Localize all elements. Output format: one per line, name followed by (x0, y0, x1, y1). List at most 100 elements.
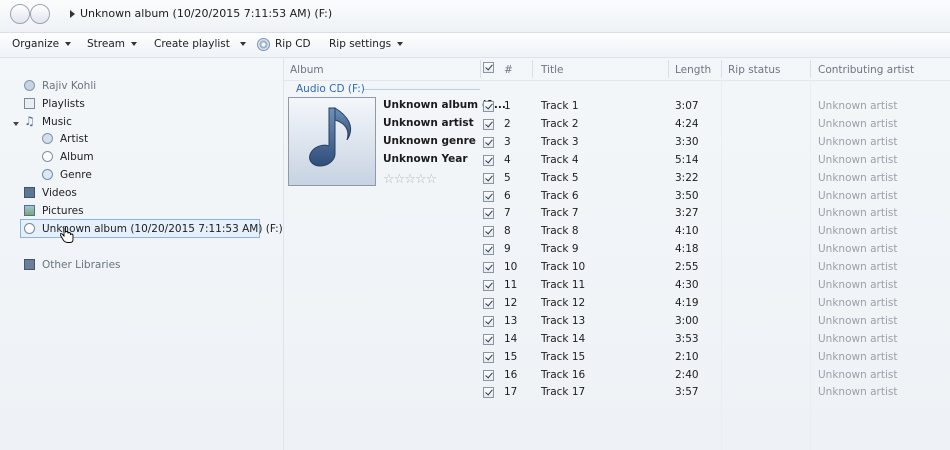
column-number[interactable]: # (504, 64, 513, 76)
track-checkbox[interactable] (483, 226, 494, 238)
nav-disc-label: Unknown album (10/20/2015 7:11:53 AM) (F… (42, 223, 283, 235)
organize-menu[interactable]: Organize (12, 38, 72, 50)
forward-button[interactable] (30, 4, 50, 24)
back-button[interactable] (10, 4, 30, 24)
track-row[interactable]: 15 Track 15 2:10 Unknown artist (480, 350, 950, 368)
column-album[interactable]: Album (290, 64, 324, 76)
track-row[interactable]: 2 Track 2 4:24 Unknown artist (480, 117, 950, 135)
track-title: Track 8 (541, 225, 579, 238)
track-number: 2 (504, 117, 511, 130)
cd-icon[interactable] (257, 38, 270, 51)
track-checkbox[interactable] (483, 297, 494, 309)
track-length: 3:30 (675, 135, 699, 148)
track-title: Track 4 (541, 153, 579, 166)
rip-cd-button[interactable]: Rip CD (275, 38, 311, 50)
track-row[interactable]: 5 Track 5 3:22 Unknown artist (480, 171, 950, 189)
track-length: 2:40 (675, 368, 699, 381)
stream-label: Stream (87, 38, 125, 50)
chevron-down-icon (131, 42, 137, 46)
track-checkbox[interactable] (483, 101, 494, 112)
track-artist: Unknown artist (818, 296, 898, 309)
track-length: 3:53 (675, 332, 699, 345)
track-number: 12 (504, 296, 518, 309)
track-artist: Unknown artist (818, 350, 898, 363)
track-row[interactable]: 7 Track 7 3:27 Unknown artist (480, 206, 950, 224)
track-checkbox[interactable] (483, 280, 494, 291)
album-year[interactable]: Unknown Year (383, 153, 468, 165)
select-all-checkbox[interactable] (483, 62, 494, 73)
album-art[interactable] (288, 97, 376, 186)
track-row[interactable]: 17 Track 17 3:57 Unknown artist (480, 385, 950, 403)
rating-stars[interactable]: ☆☆☆☆☆ (383, 172, 437, 187)
nav-playlists-label: Playlists (42, 98, 85, 110)
track-row[interactable]: 12 Track 12 4:19 Unknown artist (480, 296, 950, 314)
column-divider[interactable] (480, 60, 481, 78)
track-checkbox[interactable] (483, 315, 494, 327)
track-checkbox[interactable] (483, 262, 494, 274)
track-row[interactable]: 16 Track 16 2:40 Unknown artist (480, 368, 950, 386)
track-row[interactable]: 11 Track 11 4:30 Unknown artist (480, 278, 950, 296)
nav-artist-label: Artist (60, 133, 89, 145)
expand-arrow-icon[interactable] (13, 122, 19, 126)
breadcrumb[interactable]: Unknown album (10/20/2015 7:11:53 AM) (F… (80, 7, 332, 20)
track-checkbox[interactable] (483, 154, 494, 166)
title-bar: Unknown album (10/20/2015 7:11:53 AM) (F… (0, 0, 950, 33)
create-playlist-menu[interactable]: Create playlist (154, 38, 246, 50)
track-title: Track 11 (541, 279, 586, 291)
music-note-icon (309, 107, 352, 167)
column-rip-status[interactable]: Rip status (728, 64, 780, 76)
track-artist: Unknown artist (818, 332, 898, 345)
track-row[interactable]: 9 Track 9 4:18 Unknown artist (480, 242, 950, 260)
genre-icon (42, 169, 53, 180)
track-artist: Unknown artist (818, 100, 898, 112)
breadcrumb-arrow-icon[interactable] (70, 10, 75, 18)
column-divider[interactable] (810, 60, 811, 78)
track-row[interactable]: 14 Track 14 3:53 Unknown artist (480, 332, 950, 350)
stream-menu[interactable]: Stream (87, 38, 137, 50)
track-checkbox[interactable] (483, 369, 494, 381)
hand-cursor-icon (60, 227, 74, 243)
nav-other-libraries-label: Other Libraries (42, 259, 121, 271)
track-length: 4:24 (675, 117, 699, 130)
track-title: Track 17 (541, 386, 586, 399)
track-title: Track 7 (541, 207, 579, 220)
rip-settings-menu[interactable]: Rip settings (329, 38, 404, 50)
column-length[interactable]: Length (675, 64, 711, 76)
nav-pictures-label: Pictures (42, 205, 84, 217)
column-title[interactable]: Title (541, 64, 564, 76)
track-checkbox[interactable] (483, 387, 494, 399)
track-checkbox[interactable] (483, 333, 494, 345)
artist-icon (42, 133, 53, 144)
track-row[interactable]: 8 Track 8 4:10 Unknown artist (480, 224, 950, 242)
create-playlist-label: Create playlist (154, 38, 230, 50)
album-genre[interactable]: Unknown genre (383, 135, 476, 147)
track-checkbox[interactable] (483, 190, 494, 202)
track-row[interactable]: 10 Track 10 2:55 Unknown artist (480, 260, 950, 278)
track-title: Track 6 (541, 189, 579, 202)
track-row[interactable]: 4 Track 4 5:14 Unknown artist (480, 153, 950, 171)
track-artist: Unknown artist (818, 171, 898, 184)
column-divider[interactable] (532, 60, 533, 78)
track-row[interactable]: 13 Track 13 3:00 Unknown artist (480, 314, 950, 332)
column-divider[interactable] (721, 60, 722, 78)
column-contributing-artist[interactable]: Contributing artist (818, 64, 914, 76)
track-checkbox[interactable] (483, 136, 494, 148)
track-number: 4 (504, 153, 511, 166)
group-title[interactable]: Audio CD (F:) (296, 83, 365, 95)
track-title: Track 13 (541, 314, 586, 327)
track-checkbox[interactable] (483, 172, 494, 184)
column-divider[interactable] (668, 60, 669, 78)
track-checkbox[interactable] (483, 118, 494, 130)
track-row[interactable]: 3 Track 3 3:30 Unknown artist (480, 135, 950, 153)
rip-cd-label: Rip CD (275, 38, 311, 50)
track-number: 6 (504, 189, 511, 202)
track-artist: Unknown artist (818, 243, 898, 256)
track-title: Track 9 (541, 243, 579, 256)
track-checkbox[interactable] (483, 244, 494, 256)
track-row[interactable]: 6 Track 6 3:50 Unknown artist (480, 189, 950, 207)
track-row[interactable]: 1 Track 1 3:07 Unknown artist (480, 99, 950, 117)
album-artist[interactable]: Unknown artist (383, 117, 474, 129)
track-checkbox[interactable] (483, 351, 494, 363)
track-checkbox[interactable] (483, 208, 494, 220)
other-libraries-icon (24, 259, 35, 270)
